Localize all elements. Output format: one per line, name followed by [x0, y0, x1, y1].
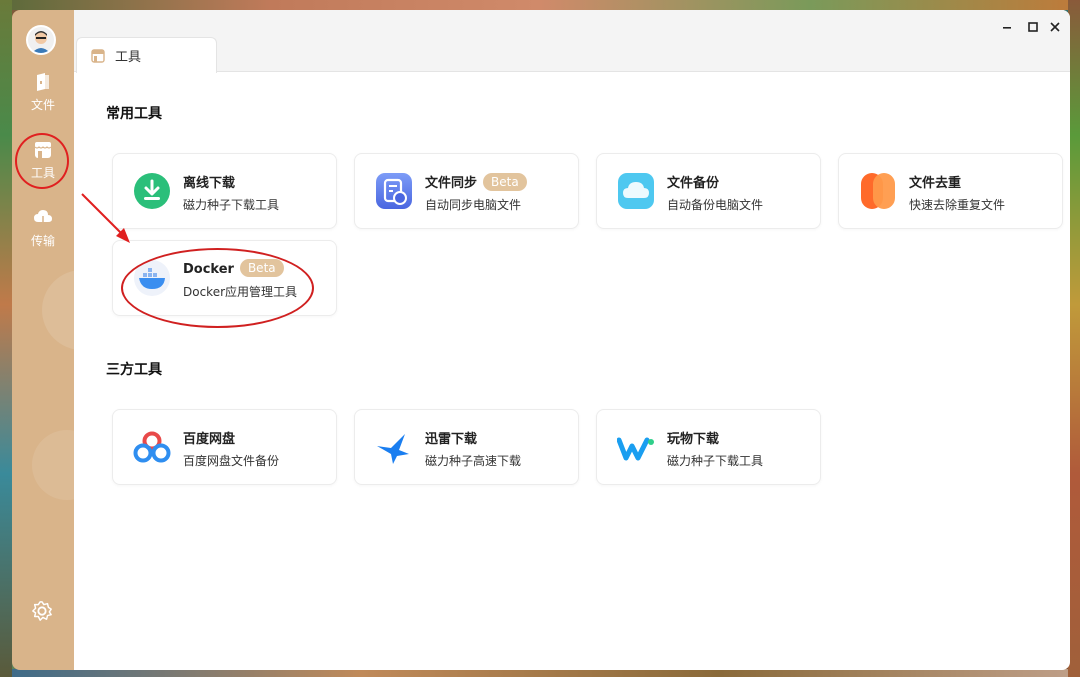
tool-card-name: 玩物下载 — [667, 432, 720, 447]
tools-icon — [91, 48, 105, 63]
dedupe-icon — [861, 173, 895, 209]
sidebar-item-label: 文件 — [30, 98, 55, 112]
titlebar: 工具 — [74, 10, 1070, 73]
tool-card-desc: 磁力种子高速下载 — [425, 454, 522, 468]
tools-window: 工具 常用工具 离线下载 磁力种子下载工具 文件同步 Beta 自动同步电脑文件… — [74, 10, 1070, 670]
sidebar-item-transfer[interactable]: 传输 — [12, 208, 74, 249]
maximize-icon[interactable] — [1024, 18, 1042, 36]
section-title-common: 常用工具 — [106, 106, 162, 122]
section-title-third-party: 三方工具 — [106, 362, 162, 378]
tool-card-desc: 磁力种子下载工具 — [667, 454, 764, 468]
sidebar-item-files[interactable]: 文件 — [12, 72, 74, 113]
sidebar: 文件 工具 传输 — [12, 10, 74, 670]
tool-card-desc: 磁力种子下载工具 — [183, 198, 280, 212]
tool-card-name: 百度网盘 — [183, 432, 236, 447]
transfer-icon — [34, 210, 52, 228]
gear-icon[interactable] — [31, 600, 53, 622]
tool-card-desc: 自动同步电脑文件 — [425, 198, 522, 212]
sidebar-item-label: 传输 — [30, 234, 55, 248]
tool-card-offline-download[interactable]: 离线下载 磁力种子下载工具 — [112, 153, 337, 229]
avatar[interactable] — [26, 25, 56, 55]
wallpaper-bottom — [0, 669, 1080, 677]
tab-tools[interactable]: 工具 — [76, 37, 217, 73]
sidebar-decoration — [32, 430, 74, 500]
beta-badge: Beta — [483, 173, 527, 191]
tool-card-wanwu[interactable]: 玩物下载 磁力种子下载工具 — [596, 409, 821, 485]
tool-card-file-sync[interactable]: 文件同步 Beta 自动同步电脑文件 — [354, 153, 579, 229]
xunlei-bird-icon — [377, 434, 409, 464]
tool-card-name: 离线下载 — [183, 176, 236, 191]
tool-card-desc: 百度网盘文件备份 — [183, 454, 280, 468]
tool-card-desc: 快速去除重复文件 — [909, 198, 1006, 212]
watermark: 值 什么值得买 — [915, 634, 1063, 668]
tool-card-name: 文件备份 — [667, 176, 720, 191]
tool-card-file-backup[interactable]: 文件备份 自动备份电脑文件 — [596, 153, 821, 229]
annotation-circle-tools — [15, 133, 69, 189]
files-icon — [37, 73, 49, 91]
tool-card-xunlei[interactable]: 迅雷下载 磁力种子高速下载 — [354, 409, 579, 485]
annotation-circle-docker — [121, 248, 314, 328]
file-sync-icon — [376, 173, 412, 209]
wallpaper-left — [0, 0, 12, 677]
tool-card-dedupe[interactable]: 文件去重 快速去除重复文件 — [838, 153, 1063, 229]
cloud-backup-icon — [618, 173, 654, 209]
wanwu-icon — [617, 437, 654, 461]
tool-card-desc: 自动备份电脑文件 — [667, 198, 764, 212]
baidu-netdisk-icon — [133, 431, 171, 463]
minimize-icon[interactable] — [998, 18, 1016, 36]
tool-card-baidu-netdisk[interactable]: 百度网盘 百度网盘文件备份 — [112, 409, 337, 485]
offline-download-icon — [134, 173, 170, 209]
tool-card-name: 文件去重 — [909, 176, 962, 191]
wallpaper-top — [0, 0, 1080, 10]
sidebar-decoration — [42, 270, 74, 350]
tool-card-name-text: 文件同步 — [425, 176, 478, 191]
close-icon[interactable] — [1046, 18, 1064, 36]
watermark-text: 什么值得买 — [953, 641, 1064, 666]
tab-label: 工具 — [115, 50, 142, 65]
tool-card-name: 迅雷下载 — [425, 432, 478, 447]
tool-card-name: 文件同步 Beta — [425, 172, 527, 191]
watermark-badge: 值 — [915, 636, 945, 666]
